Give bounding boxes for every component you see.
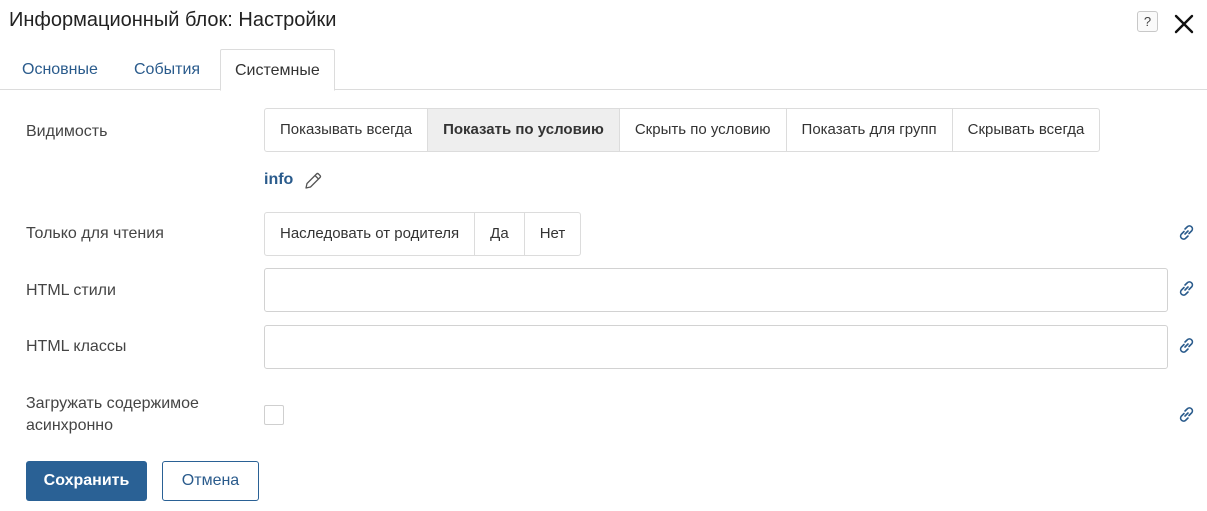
close-icon[interactable] <box>1173 13 1195 35</box>
visibility-option-never[interactable]: Скрывать всегда <box>953 109 1100 151</box>
tab-main[interactable]: Основные <box>8 49 112 90</box>
tab-system[interactable]: Системные <box>220 49 335 91</box>
visibility-option-show-condition[interactable]: Показать по условию <box>428 109 620 151</box>
html-classes-label: HTML классы <box>26 338 127 355</box>
readonly-option-yes[interactable]: Да <box>475 213 525 255</box>
cancel-button[interactable]: Отмена <box>162 461 259 501</box>
visibility-label: Видимость <box>26 123 108 140</box>
async-load-label-line1: Загружать содержимое <box>26 395 199 412</box>
visibility-option-hide-condition[interactable]: Скрыть по условию <box>620 109 787 151</box>
readonly-label: Только для чтения <box>26 225 164 242</box>
visibility-option-always[interactable]: Показывать всегда <box>265 109 429 151</box>
dialog-title: Информационный блок: Настройки <box>9 9 337 31</box>
html-styles-input[interactable] <box>264 268 1168 312</box>
link-icon[interactable] <box>1176 278 1197 299</box>
html-styles-label: HTML стили <box>26 282 116 299</box>
visibility-option-groups[interactable]: Показать для групп <box>787 109 953 151</box>
visibility-selector: Показывать всегда Показать по условию Ск… <box>264 108 1101 152</box>
condition-link[interactable]: info <box>264 171 293 189</box>
help-icon[interactable]: ? <box>1137 11 1158 32</box>
readonly-selector: Наследовать от родителя Да Нет <box>264 212 582 256</box>
link-icon[interactable] <box>1176 222 1197 243</box>
readonly-option-no[interactable]: Нет <box>525 213 581 255</box>
link-icon[interactable] <box>1176 404 1197 425</box>
async-load-label-line2: асинхронно <box>26 417 114 434</box>
pencil-icon[interactable] <box>303 171 323 191</box>
tab-bar: Основные События Системные <box>0 49 1207 91</box>
readonly-option-inherit[interactable]: Наследовать от родителя <box>265 213 476 255</box>
async-load-label: Загружать содержимое асинхронно <box>26 393 199 437</box>
html-classes-input[interactable] <box>264 325 1168 369</box>
link-icon[interactable] <box>1176 335 1197 356</box>
tab-events[interactable]: События <box>120 49 214 90</box>
save-button[interactable]: Сохранить <box>26 461 147 501</box>
async-load-checkbox[interactable] <box>264 405 284 425</box>
